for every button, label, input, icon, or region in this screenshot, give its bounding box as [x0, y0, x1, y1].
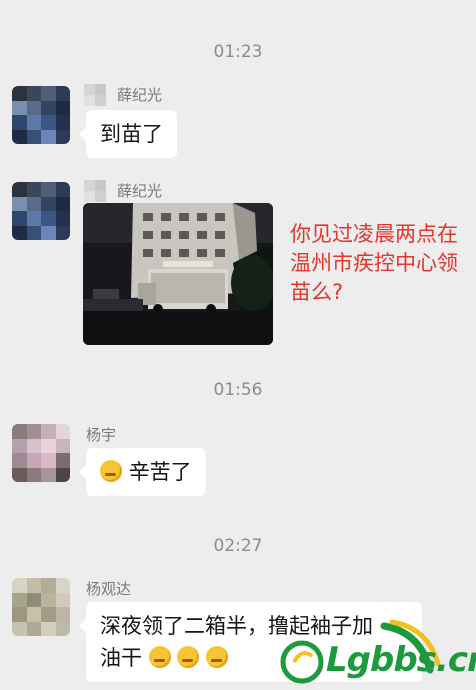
message-text-line: 油干	[100, 646, 142, 670]
message-bubble[interactable]: 到苗了	[79, 110, 177, 158]
sender-name: 薛纪光	[117, 86, 163, 104]
thinking-emoji-icon	[206, 646, 229, 668]
avatar[interactable]	[12, 424, 70, 482]
avatar[interactable]	[12, 86, 70, 144]
avatar[interactable]	[12, 578, 70, 636]
timestamp: 02:27	[213, 536, 263, 556]
timestamp: 01:23	[213, 42, 263, 62]
watermark-text: Lgbbs.cn	[326, 640, 476, 680]
sender-name: 薛纪光	[117, 182, 163, 200]
message-bubble[interactable]: 辛苦了	[79, 448, 206, 496]
thinking-emoji-icon	[177, 646, 200, 668]
red-caption: 你见过凌晨两点在温州市疾控中心领苗么?	[290, 222, 458, 304]
message-text: 辛苦了	[128, 460, 192, 484]
thinking-emoji-icon	[148, 646, 171, 668]
night-building-photo	[83, 203, 273, 345]
working-emoji-icon	[100, 460, 122, 482]
photo-message[interactable]	[83, 203, 273, 345]
timestamp: 01:56	[213, 380, 263, 400]
sender-badge	[84, 180, 106, 202]
sender-name: 杨宇	[86, 426, 117, 444]
sender-badge	[84, 84, 106, 106]
sender-name: 杨观达	[86, 580, 132, 598]
avatar[interactable]	[12, 182, 70, 240]
message-text: 到苗了	[100, 122, 163, 146]
